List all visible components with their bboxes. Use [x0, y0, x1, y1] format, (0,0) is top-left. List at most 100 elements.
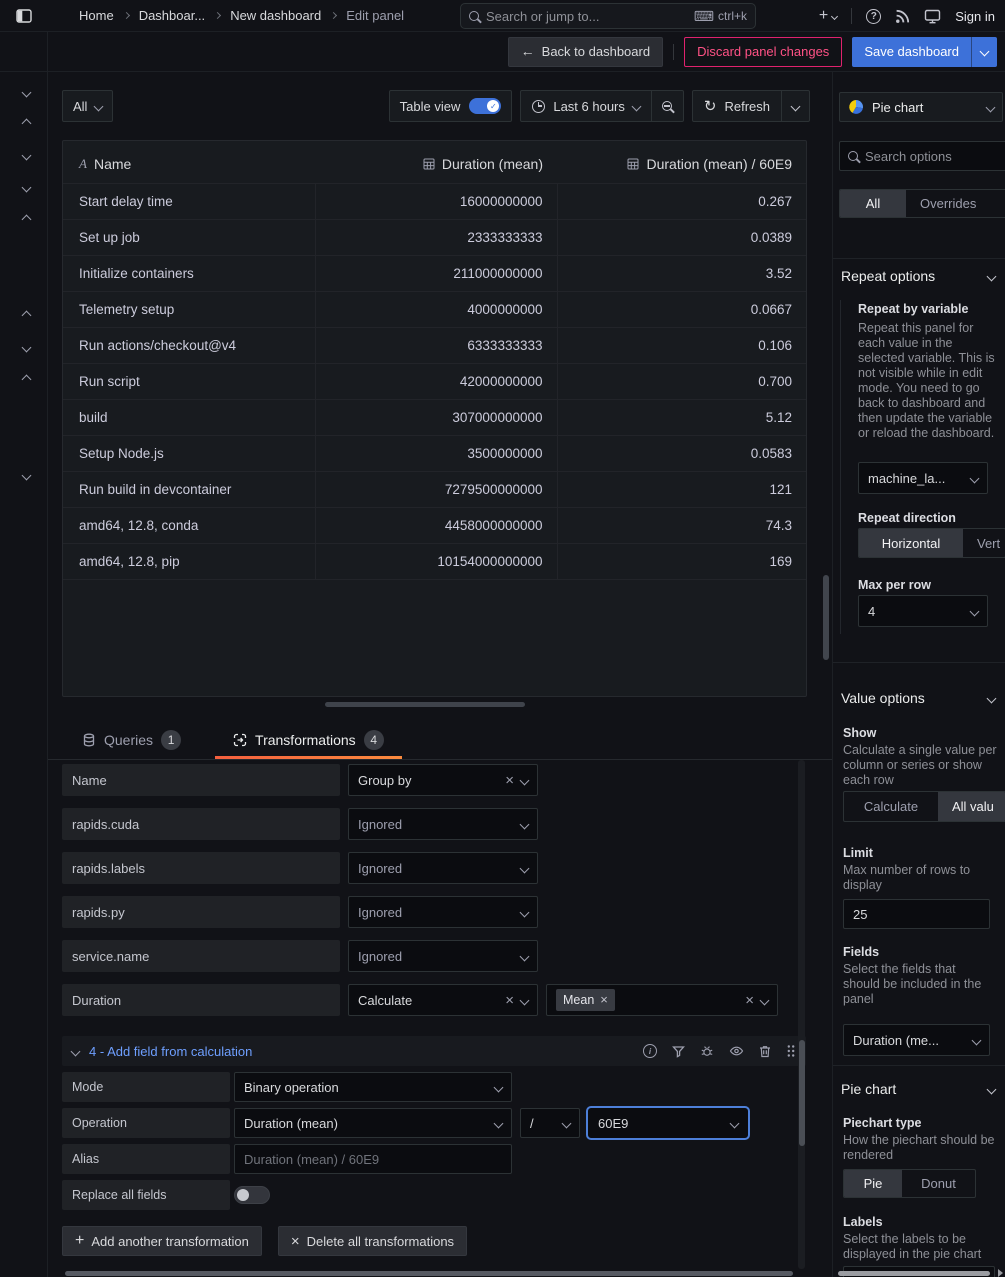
show-calculate[interactable]: Calculate: [844, 792, 938, 821]
clear-icon[interactable]: [505, 773, 514, 788]
chevron-down-icon[interactable]: [18, 84, 34, 100]
drag-handle-icon[interactable]: [786, 1044, 796, 1058]
global-search[interactable]: ctrl+k: [460, 3, 756, 29]
chevron-down-icon[interactable]: [18, 467, 34, 483]
remove-aggregation-icon[interactable]: [600, 993, 608, 1007]
direction-horizontal[interactable]: Horizontal: [859, 529, 963, 557]
max-per-row-label: Max per row: [858, 578, 931, 592]
keyboard-shortcut: ctrl+k: [694, 9, 747, 24]
type-donut[interactable]: Donut: [902, 1170, 975, 1197]
repeat-variable-select[interactable]: machine_la...: [858, 462, 988, 494]
chevron-up-icon[interactable]: [18, 115, 34, 131]
time-range-picker[interactable]: Last 6 hours: [521, 91, 651, 121]
eye-icon[interactable]: [729, 1045, 744, 1057]
chevron-down-icon[interactable]: [18, 339, 34, 355]
show-all-values[interactable]: All valu: [938, 792, 1005, 821]
main-vertical-scrollbar[interactable]: [823, 575, 829, 660]
column-header[interactable]: Duration (mean): [315, 145, 557, 183]
field-operation-select[interactable]: Calculate: [348, 984, 538, 1016]
clear-icon[interactable]: [505, 993, 514, 1008]
column-header[interactable]: Duration (mean) / 60E9: [557, 145, 806, 183]
options-horizontal-scrollbar[interactable]: [838, 1271, 990, 1276]
tab-overrides[interactable]: Overrides: [906, 190, 990, 217]
save-dashboard-button[interactable]: Save dashboard: [852, 37, 971, 67]
fields-select[interactable]: Duration (me...: [843, 1024, 990, 1056]
chevron-down-icon: [987, 693, 997, 703]
tab-queries[interactable]: Queries 1: [78, 720, 185, 759]
alias-input[interactable]: [244, 1152, 502, 1167]
groupby-rows: NameGroup byrapids.cudaIgnoredrapids.lab…: [48, 764, 832, 1016]
transformations-count-badge: 4: [364, 730, 384, 750]
discard-panel-changes-button[interactable]: Discard panel changes: [684, 37, 842, 67]
field-operation-select[interactable]: Group by: [348, 764, 538, 796]
tab-all[interactable]: All: [840, 190, 906, 217]
table-view-toggle[interactable]: ✓: [469, 98, 501, 114]
save-dashboard-caret-button[interactable]: [971, 37, 997, 67]
operand-left-select[interactable]: Duration (mean): [234, 1108, 512, 1138]
operator-select[interactable]: /: [520, 1108, 580, 1138]
replace-all-fields-toggle[interactable]: [234, 1186, 270, 1204]
options-search-input[interactable]: [865, 149, 1000, 164]
variable-all-dropdown[interactable]: All: [62, 90, 113, 122]
chevron-up-icon[interactable]: [18, 211, 34, 227]
chevron-up-icon[interactable]: [18, 307, 34, 323]
monitor-icon[interactable]: [924, 9, 941, 24]
add-transformation-button[interactable]: Add another transformation: [62, 1226, 262, 1256]
table-horizontal-scrollbar[interactable]: [325, 702, 525, 707]
trash-icon[interactable]: [759, 1045, 771, 1058]
options-search[interactable]: [839, 141, 1005, 171]
pie-chart-options-header[interactable]: Pie chart: [841, 1081, 995, 1097]
back-to-dashboard-button[interactable]: Back to dashboard: [508, 37, 663, 67]
limit-input[interactable]: [853, 907, 980, 922]
refresh-interval-dropdown[interactable]: [781, 91, 809, 121]
scrollbar-thumb[interactable]: [799, 1040, 805, 1146]
filter-icon[interactable]: [672, 1045, 685, 1058]
cell-name: Telemetry setup: [63, 291, 315, 327]
delete-all-transformations-button[interactable]: Delete all transformations: [278, 1226, 467, 1256]
table-row: amd64, 12.8, pip10154000000000169: [63, 543, 806, 579]
debug-icon[interactable]: [700, 1044, 714, 1058]
news-icon[interactable]: [895, 9, 910, 24]
direction-vertical[interactable]: Vert: [963, 529, 1005, 557]
zoom-out-icon: [662, 101, 672, 111]
type-pie[interactable]: Pie: [844, 1170, 902, 1197]
aggregation-select[interactable]: Mean: [546, 984, 778, 1016]
sidebar-toggle-icon[interactable]: [15, 7, 33, 25]
fields-label: Fields: [843, 945, 879, 959]
repeat-options-header[interactable]: Repeat options: [841, 268, 995, 284]
field-operation-select[interactable]: Ignored: [348, 896, 538, 928]
transformations-vertical-scrollbar[interactable]: [798, 760, 805, 1269]
field-operation-select[interactable]: Ignored: [348, 808, 538, 840]
variable-value: All: [73, 99, 87, 114]
value-options-header[interactable]: Value options: [841, 690, 995, 706]
breadcrumb-item[interactable]: Dashboar...: [139, 8, 206, 23]
search-input[interactable]: [486, 9, 687, 24]
chevron-down-icon[interactable]: [18, 179, 34, 195]
column-header[interactable]: AName: [63, 145, 315, 183]
breadcrumb-item[interactable]: Edit panel: [346, 8, 404, 23]
transformations-horizontal-scrollbar[interactable]: [65, 1271, 793, 1276]
sign-in-button[interactable]: Sign in: [955, 9, 995, 24]
refresh-icon: [704, 99, 717, 114]
arrow-left-icon: [521, 44, 535, 59]
breadcrumb-item[interactable]: Home: [79, 8, 114, 23]
breadcrumb-item[interactable]: New dashboard: [230, 8, 321, 23]
field-operation-select[interactable]: Ignored: [348, 852, 538, 884]
zoom-out-button[interactable]: [651, 91, 683, 121]
new-menu-button[interactable]: [819, 7, 837, 25]
main-area: All Table view ✓ Last 6 hours: [48, 72, 832, 1277]
chevron-down-icon[interactable]: [18, 147, 34, 163]
transformation-title[interactable]: 4 - Add field from calculation: [89, 1044, 252, 1059]
max-per-row-select[interactable]: 4: [858, 595, 988, 627]
visualization-picker[interactable]: Pie chart: [839, 92, 1003, 122]
chevron-up-icon[interactable]: [18, 371, 34, 387]
mode-select[interactable]: Binary operation: [234, 1072, 512, 1102]
tab-transformations[interactable]: Transformations 4: [229, 720, 388, 759]
chevron-down-icon[interactable]: [71, 1046, 81, 1056]
clear-icon[interactable]: [745, 993, 754, 1008]
refresh-button[interactable]: Refresh: [693, 91, 781, 121]
help-icon[interactable]: [866, 9, 881, 24]
field-operation-select[interactable]: Ignored: [348, 940, 538, 972]
operand-right-select[interactable]: 60E9: [588, 1108, 748, 1138]
info-icon[interactable]: i: [643, 1044, 657, 1058]
